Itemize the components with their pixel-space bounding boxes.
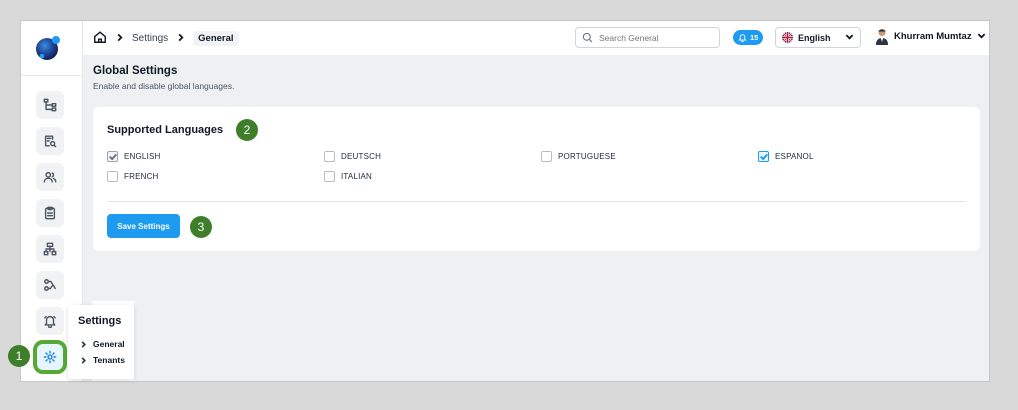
- rail-item-notifications[interactable]: [36, 307, 64, 335]
- uk-flag-icon: [782, 32, 793, 43]
- rail-item-sitemap[interactable]: [36, 235, 64, 263]
- gear-icon: [43, 350, 57, 364]
- avatar: [876, 29, 888, 45]
- home-breadcrumb-button[interactable]: [93, 30, 107, 47]
- language-checkbox-french[interactable]: FRENCH: [107, 171, 159, 182]
- hierarchy-icon: [43, 98, 57, 112]
- chevron-right-icon: [81, 340, 87, 348]
- users-icon: [43, 171, 57, 183]
- checkbox[interactable]: [541, 151, 552, 162]
- bell-icon: [44, 315, 56, 328]
- flyout-item-general[interactable]: General: [80, 339, 125, 349]
- notifications-badge-button[interactable]: 15: [733, 30, 764, 45]
- flyout-item-label: General: [93, 339, 125, 349]
- card-title: Supported Languages: [107, 124, 224, 136]
- language-label: ENGLISH: [124, 152, 161, 161]
- language-label: PORTUGUESE: [558, 152, 616, 161]
- search-box[interactable]: [575, 27, 720, 48]
- language-label: DEUTSCH: [341, 152, 382, 161]
- checkbox[interactable]: [324, 151, 335, 162]
- rail-item-workflow[interactable]: [36, 271, 64, 299]
- language-checkbox-italian[interactable]: ITALIAN: [324, 171, 372, 182]
- supported-languages-card: Supported Languages ENGLISH DEUTSCH PORT…: [93, 107, 980, 251]
- rail-divider: [21, 75, 83, 76]
- language-checkbox-portuguese[interactable]: PORTUGUESE: [541, 151, 616, 162]
- workflow-icon: [44, 279, 56, 291]
- rail-item-documents[interactable]: [36, 127, 64, 155]
- rail-item-users[interactable]: [36, 163, 64, 191]
- checkbox[interactable]: [324, 171, 335, 182]
- language-label: ESPANOL: [775, 152, 814, 161]
- chevron-down-icon: [977, 33, 985, 39]
- language-select[interactable]: English: [775, 27, 861, 48]
- language-checkbox-espanol[interactable]: ESPANOL: [758, 151, 814, 162]
- checkbox[interactable]: [758, 151, 769, 162]
- document-search-icon: [44, 135, 57, 148]
- checkbox[interactable]: [107, 151, 118, 162]
- flyout-item-tenants[interactable]: Tenants: [80, 355, 125, 365]
- sitemap-icon: [43, 242, 57, 256]
- breadcrumb-general: General: [193, 31, 239, 46]
- breadcrumb: Settings General: [93, 30, 239, 47]
- chevron-right-icon: [178, 33, 184, 41]
- checkbox[interactable]: [107, 171, 118, 182]
- home-icon: [94, 31, 106, 43]
- card-divider: [107, 201, 966, 202]
- step-badge-1: 1: [8, 345, 30, 367]
- checkmark-icon: [108, 153, 117, 160]
- user-name: Khurram Mumtaz: [894, 31, 972, 42]
- app-logo-icon[interactable]: [34, 33, 64, 63]
- step-badge-2: 2: [236, 119, 258, 141]
- flyout-item-label: Tenants: [93, 355, 125, 365]
- main-content: Global Settings Enable and disable globa…: [93, 65, 980, 251]
- language-select-value: English: [798, 32, 831, 43]
- language-label: ITALIAN: [341, 172, 373, 181]
- language-checkbox-deutsch[interactable]: DEUTSCH: [324, 151, 381, 162]
- step-badge-3: 3: [190, 216, 212, 238]
- user-menu[interactable]: Khurram Mumtaz: [875, 28, 986, 45]
- chevron-right-icon: [117, 33, 123, 41]
- clipboard-icon: [44, 206, 56, 220]
- chevron-down-icon: [845, 34, 854, 40]
- language-checkbox-english[interactable]: ENGLISH: [107, 151, 161, 162]
- save-settings-button[interactable]: Save Settings: [107, 214, 180, 238]
- search-icon: [582, 32, 593, 43]
- app-window: Settings General 15 English: [20, 20, 990, 382]
- rail-item-hierarchy[interactable]: [36, 91, 64, 119]
- checkmark-icon: [759, 153, 768, 160]
- search-input[interactable]: [599, 32, 709, 43]
- page-title: Global Settings: [93, 65, 178, 77]
- bell-icon: [738, 34, 747, 42]
- breadcrumb-settings[interactable]: Settings: [132, 33, 168, 44]
- notification-count: 15: [750, 33, 759, 42]
- chevron-right-icon: [81, 356, 87, 364]
- rail-item-clipboard[interactable]: [36, 199, 64, 227]
- page-subtitle: Enable and disable global languages.: [93, 81, 235, 91]
- flyout-title: Settings: [78, 315, 122, 327]
- top-bar: Settings General 15 English: [83, 21, 989, 55]
- rail-item-settings[interactable]: [33, 340, 67, 374]
- settings-flyout-menu: Settings General Tenants: [68, 305, 134, 379]
- language-label: FRENCH: [124, 172, 159, 181]
